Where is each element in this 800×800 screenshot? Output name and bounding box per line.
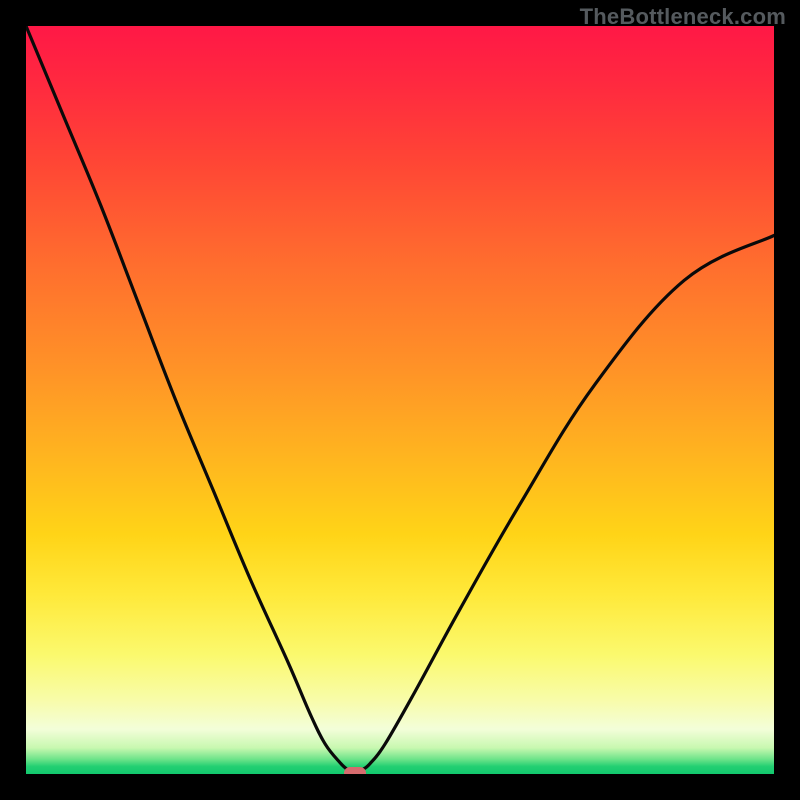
bottleneck-curve bbox=[26, 26, 774, 774]
chart-frame: TheBottleneck.com bbox=[0, 0, 800, 800]
minimum-marker bbox=[344, 767, 366, 775]
plot-area bbox=[26, 26, 774, 774]
bottleneck-curve-path bbox=[26, 26, 774, 773]
watermark-text: TheBottleneck.com bbox=[580, 4, 786, 30]
